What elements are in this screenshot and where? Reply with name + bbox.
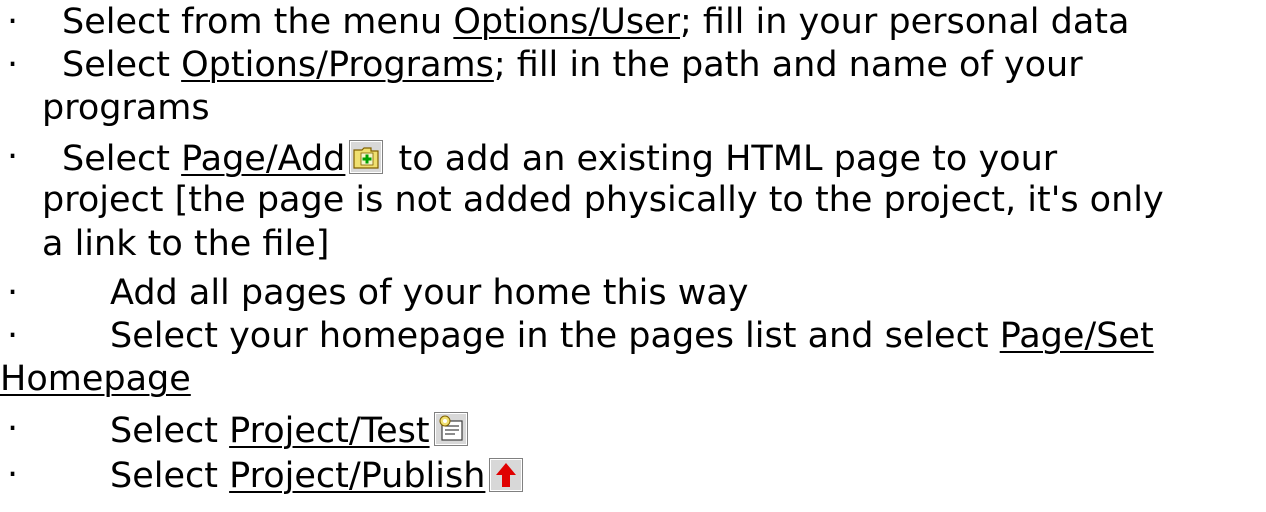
item-suffix: to add an existing HTML page to your <box>387 139 1058 179</box>
menu-link-options-user[interactable]: Options/User <box>453 2 680 42</box>
item-prefix: Select from the menu <box>62 2 454 42</box>
item-prefix: Select <box>110 456 230 496</box>
item-text: Select your homepage in the pages list a… <box>110 319 1154 354</box>
bullet: · <box>7 273 19 313</box>
item-suffix: ; fill in your personal data <box>679 2 1130 42</box>
item-text: Select Project/Test <box>110 412 472 449</box>
bullet: · <box>7 137 19 177</box>
menu-link-project-test[interactable]: Project/Test <box>229 411 429 451</box>
item-continuation-text: project [the page is not added physicall… <box>42 180 1164 220</box>
item-suffix: ; fill in the path and name of your <box>493 45 1083 85</box>
item-continuation-text: programs <box>42 88 210 128</box>
menu-link-page-add[interactable]: Page/Add <box>181 139 345 179</box>
add-page-folder-icon[interactable] <box>349 140 384 174</box>
item-text: Add all pages of your home this way <box>110 273 749 313</box>
publish-arrow-icon[interactable] <box>489 458 524 492</box>
bullet: · <box>7 455 19 495</box>
item-prefix: Select <box>62 45 182 85</box>
menu-link-homepage[interactable]: Homepage <box>0 362 191 397</box>
bullet: · <box>7 45 19 85</box>
item-text: Select Options/Programs; fill in the pat… <box>62 48 1083 83</box>
item-text: Select from the menu Options/User; fill … <box>62 5 1129 40</box>
item-prefix: Select <box>62 139 182 179</box>
item-text: Select Project/Publish <box>110 456 524 496</box>
menu-link-project-publish[interactable]: Project/Publish <box>229 456 485 496</box>
menu-link-options-programs[interactable]: Options/Programs <box>181 45 494 85</box>
bullet: · <box>7 316 19 356</box>
menu-link-page-set[interactable]: Page/Set <box>1000 316 1154 356</box>
item-prefix: Select your homepage in the pages list a… <box>110 316 1000 356</box>
item-text: Select Page/Add to add an existing HTML … <box>62 140 1057 177</box>
test-project-icon[interactable] <box>433 412 468 446</box>
bullet: · <box>7 409 19 449</box>
item-prefix: Select <box>110 411 230 451</box>
bullet: · <box>7 2 19 42</box>
item-continuation-text: a link to the file] <box>42 224 330 264</box>
